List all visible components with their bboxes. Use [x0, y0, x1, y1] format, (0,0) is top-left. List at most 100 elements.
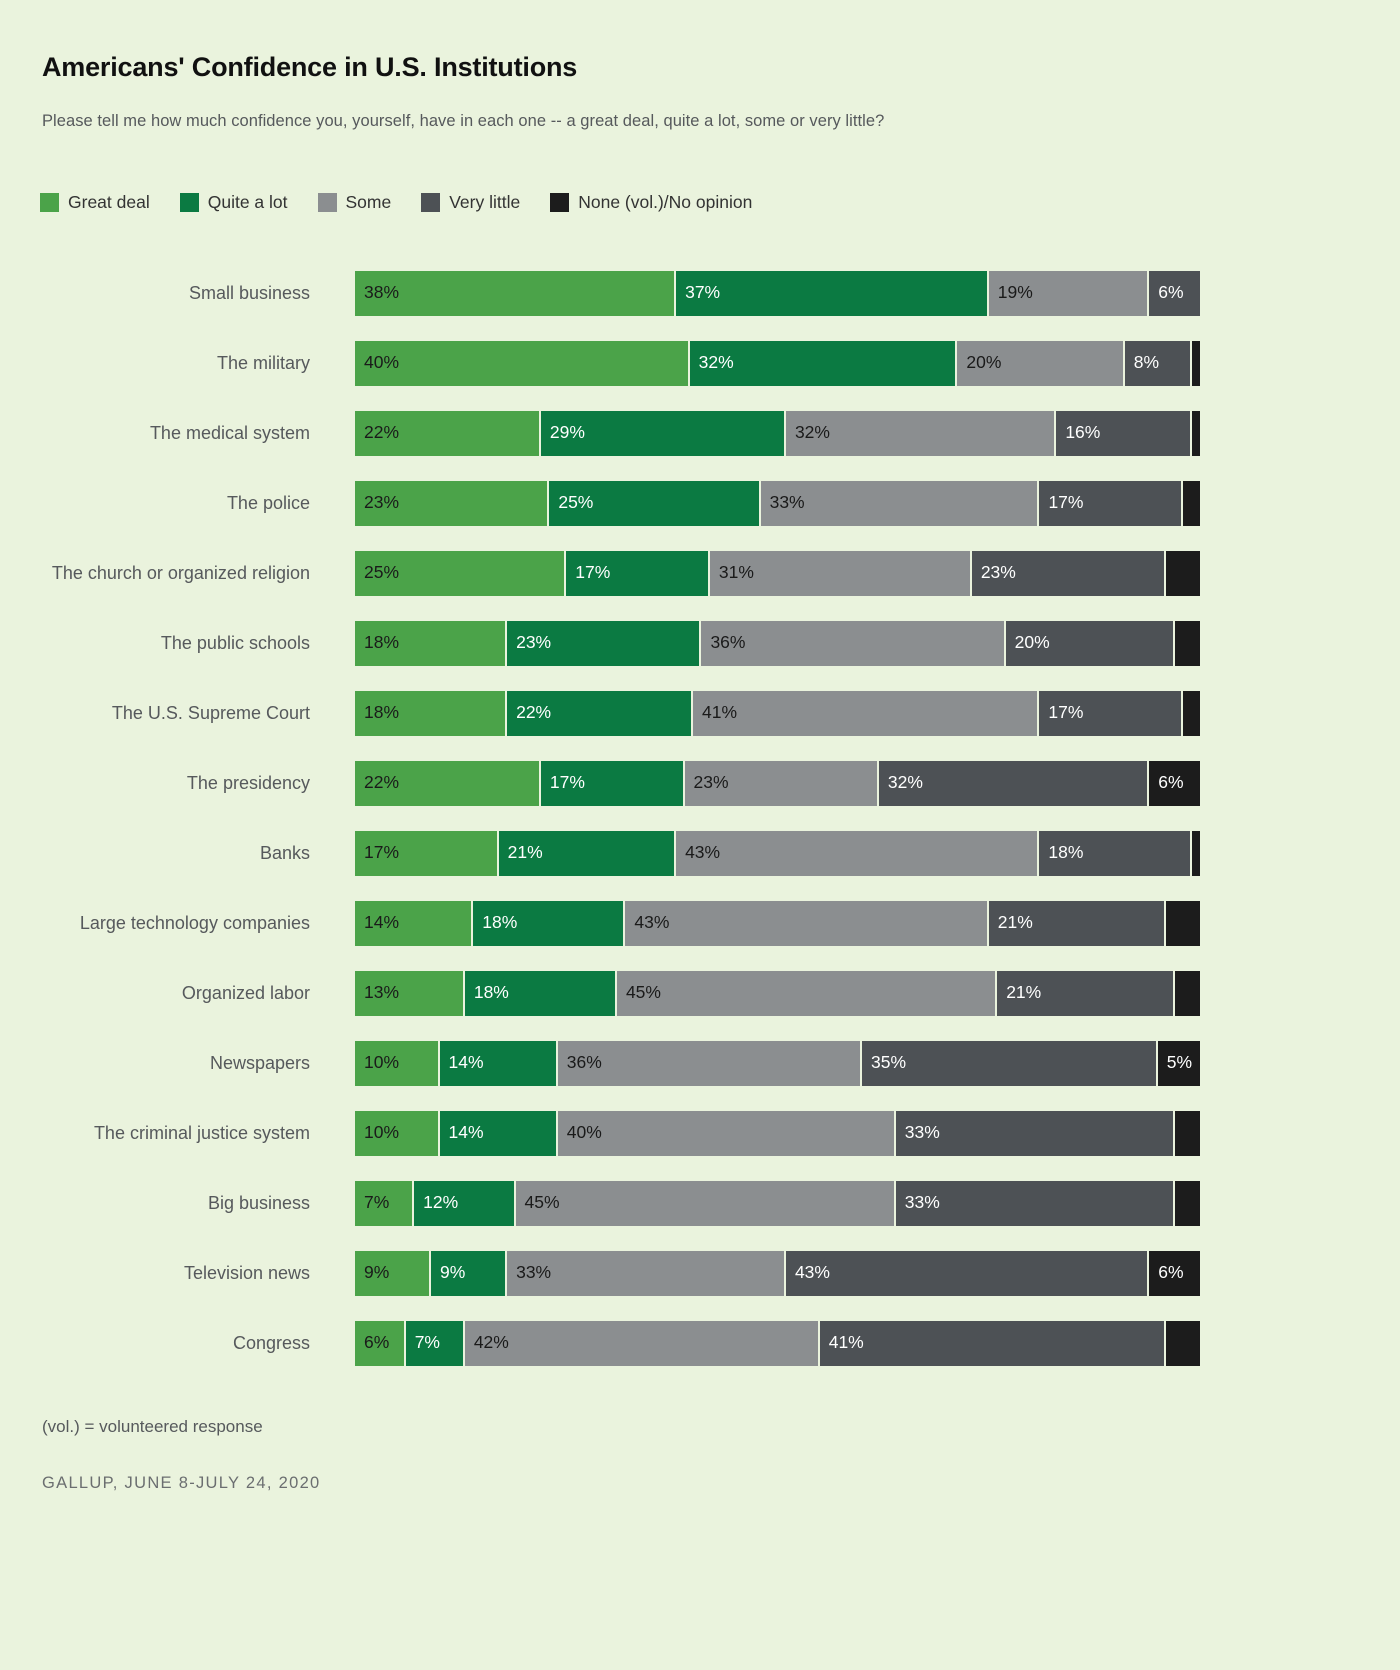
- legend-item-some[interactable]: Some: [317, 192, 391, 213]
- bar-segment-quite[interactable]: 32%: [689, 340, 958, 386]
- bar-segment-quite[interactable]: 37%: [676, 270, 989, 316]
- bar-segment-value: 8%: [1133, 352, 1160, 373]
- bar-segment-very[interactable]: 16%: [1056, 410, 1192, 456]
- bar-segment-none[interactable]: [1166, 1320, 1200, 1366]
- bar-segment-none[interactable]: [1166, 900, 1200, 946]
- bar-segment-none[interactable]: [1183, 690, 1200, 736]
- category-label: Small business: [188, 282, 310, 303]
- bar-segment-great[interactable]: 17%: [355, 830, 499, 876]
- bar-segment-very[interactable]: 18%: [1039, 830, 1192, 876]
- bar-segment-value: 23%: [980, 562, 1016, 583]
- bar-segment-none[interactable]: [1174, 1110, 1200, 1156]
- bar-segment-quite[interactable]: 25%: [549, 480, 761, 526]
- bar-segment-great[interactable]: 38%: [355, 270, 677, 316]
- bar-segment-quite[interactable]: 9%: [431, 1250, 508, 1296]
- bar-segment-some[interactable]: 32%: [785, 410, 1057, 456]
- bar-segment-very[interactable]: 33%: [895, 1110, 1175, 1156]
- bar-segment-great[interactable]: 25%: [355, 550, 567, 596]
- bar-segment-none[interactable]: [1166, 550, 1200, 596]
- category-label: Congress: [232, 1332, 310, 1353]
- bar-segment-great[interactable]: 18%: [355, 620, 508, 666]
- bar-segment-some[interactable]: 41%: [692, 690, 1040, 736]
- bar-segment-great[interactable]: 9%: [355, 1250, 432, 1296]
- bar-segment-great[interactable]: 7%: [355, 1180, 415, 1226]
- bar-segment-none[interactable]: 5%: [1157, 1040, 1200, 1086]
- stacked-bar: 9% 9% 33% 43% 6%: [355, 1250, 1200, 1296]
- chart-row: Banks 17% 21% 43% 18%: [0, 818, 1400, 888]
- bar-segment-some[interactable]: 45%: [616, 970, 998, 1016]
- stacked-bar: 17% 21% 43% 18%: [355, 830, 1200, 876]
- bar-segment-quite[interactable]: 12%: [414, 1180, 516, 1226]
- bar-segment-none[interactable]: 6%: [1149, 760, 1200, 806]
- bar-segment-quite[interactable]: 17%: [566, 550, 710, 596]
- bar-segment-great[interactable]: 10%: [355, 1110, 440, 1156]
- bar-segment-great[interactable]: 6%: [355, 1320, 406, 1366]
- bar-segment-some[interactable]: 42%: [464, 1320, 820, 1366]
- bar-segment-none[interactable]: [1191, 410, 1200, 456]
- bar-segment-none[interactable]: [1174, 620, 1200, 666]
- bar-segment-great[interactable]: 22%: [355, 410, 541, 456]
- bar-segment-some[interactable]: 43%: [625, 900, 989, 946]
- bar-segment-none[interactable]: [1174, 970, 1200, 1016]
- bar-segment-very[interactable]: 6%: [1149, 270, 1200, 316]
- bar-segment-very[interactable]: 17%: [1039, 690, 1184, 736]
- bar-segment-great[interactable]: 40%: [355, 340, 690, 386]
- bar-segment-very[interactable]: 32%: [878, 760, 1150, 806]
- bar-segment-some[interactable]: 36%: [557, 1040, 862, 1086]
- bar-segment-great[interactable]: 10%: [355, 1040, 440, 1086]
- bar-segment-quite[interactable]: 14%: [439, 1110, 558, 1156]
- legend-item-none[interactable]: None (vol.)/No opinion: [550, 192, 752, 213]
- bar-segment-none[interactable]: [1191, 340, 1201, 386]
- bar-segment-very[interactable]: 35%: [861, 1040, 1158, 1086]
- bar-segment-very[interactable]: 20%: [1005, 620, 1175, 666]
- chart-row: Television news 9% 9% 33% 43% 6%: [0, 1238, 1400, 1308]
- chart-row: The police 23% 25% 33% 17%: [0, 468, 1400, 538]
- bar-segment-some[interactable]: 20%: [957, 340, 1125, 386]
- bar-segment-value: 7%: [364, 1192, 390, 1213]
- bar-segment-value: 41%: [828, 1332, 864, 1353]
- bar-segment-quite[interactable]: 7%: [405, 1320, 465, 1366]
- bar-segment-great[interactable]: 14%: [355, 900, 474, 946]
- bar-segment-quite[interactable]: 29%: [540, 410, 786, 456]
- legend-item-very-little[interactable]: Very little: [421, 192, 520, 213]
- bar-segment-great[interactable]: 22%: [355, 760, 541, 806]
- bar-segment-some[interactable]: 31%: [709, 550, 972, 596]
- bar-segment-some[interactable]: 23%: [684, 760, 879, 806]
- bar-segment-very[interactable]: 43%: [785, 1250, 1150, 1296]
- bar-segment-quite[interactable]: 22%: [507, 690, 693, 736]
- bar-segment-quite[interactable]: 21%: [498, 830, 677, 876]
- category-label: The police: [226, 492, 310, 513]
- bar-segment-quite[interactable]: 23%: [507, 620, 702, 666]
- bar-segment-none[interactable]: 6%: [1149, 1250, 1200, 1296]
- bar-segment-very[interactable]: 17%: [1039, 480, 1184, 526]
- bar-segment-great[interactable]: 23%: [355, 480, 550, 526]
- bar-segment-very[interactable]: 41%: [819, 1320, 1167, 1366]
- bar-segment-some[interactable]: 19%: [988, 270, 1150, 316]
- bar-segment-some[interactable]: 33%: [507, 1250, 786, 1296]
- bar-segment-some[interactable]: 33%: [760, 480, 1040, 526]
- bar-segment-none[interactable]: [1174, 1180, 1200, 1226]
- bar-segment-some[interactable]: 40%: [557, 1110, 896, 1156]
- chart-row: The church or organized religion 25% 17% 31…: [0, 538, 1400, 608]
- legend-item-great-deal[interactable]: Great deal: [40, 192, 150, 213]
- bar-segment-value: 36%: [710, 632, 746, 653]
- bar-segment-very[interactable]: 21%: [997, 970, 1175, 1016]
- bar-segment-quite[interactable]: 18%: [473, 900, 626, 946]
- bar-segment-some[interactable]: 43%: [676, 830, 1040, 876]
- bar-segment-some[interactable]: 45%: [515, 1180, 896, 1226]
- category-label: Banks: [259, 842, 310, 863]
- bar-segment-very[interactable]: 33%: [895, 1180, 1175, 1226]
- bar-segment-very[interactable]: 21%: [988, 900, 1167, 946]
- bar-segment-none[interactable]: [1191, 830, 1200, 876]
- bar-segment-very[interactable]: 8%: [1124, 340, 1192, 386]
- bar-segment-quite[interactable]: 14%: [439, 1040, 558, 1086]
- bar-segment-great[interactable]: 18%: [355, 690, 508, 736]
- bar-segment-great[interactable]: 13%: [355, 970, 465, 1016]
- bar-segment-some[interactable]: 36%: [701, 620, 1006, 666]
- bar-segment-quite[interactable]: 18%: [464, 970, 617, 1016]
- bar-segment-quite[interactable]: 17%: [540, 760, 685, 806]
- legend-item-quite-a-lot[interactable]: Quite a lot: [179, 192, 288, 213]
- bar-segment-none[interactable]: [1183, 480, 1200, 526]
- legend-item-label: Quite a lot: [207, 192, 288, 212]
- bar-segment-very[interactable]: 23%: [971, 550, 1167, 596]
